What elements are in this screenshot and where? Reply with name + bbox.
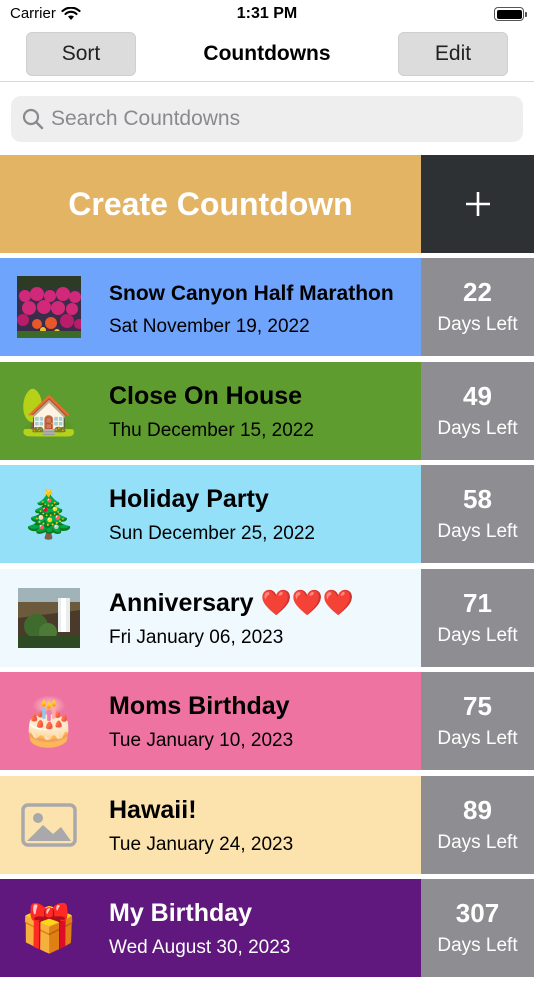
countdown-title: My Birthday <box>109 899 253 927</box>
countdown-main[interactable]: Snow Canyon Half Marathon Sat November 1… <box>0 258 421 356</box>
countdown-title: Hawaii! <box>109 795 197 824</box>
countdown-title: Holiday Party <box>109 485 269 513</box>
days-left-count: 49 <box>463 380 492 411</box>
days-left-count: 58 <box>463 484 492 514</box>
days-left-label: Days Left <box>437 521 518 542</box>
days-left-count: 89 <box>463 794 492 825</box>
countdown-row[interactable]: Hawaii! Tue January 24, 2023 89 Days Lef… <box>0 775 534 874</box>
countdown-row[interactable]: 🏡 Close On House Thu December 15, 2022 4… <box>0 361 534 460</box>
search-bar[interactable] <box>11 96 523 142</box>
nav-bar: Sort Countdowns Edit <box>0 30 534 82</box>
countdown-main[interactable]: 🏡 Close On House Thu December 15, 2022 <box>0 361 421 460</box>
battery-icon <box>494 7 527 21</box>
countdown-main[interactable]: 🎄 Holiday Party Sun December 25, 2022 <box>0 465 421 563</box>
search-input[interactable] <box>51 107 491 131</box>
countdown-title: Snow Canyon Half Marathon <box>109 282 394 305</box>
countdown-main[interactable]: 🎂 Moms Birthday Tue January 10, 2023 <box>0 672 421 770</box>
image-placeholder-icon <box>17 794 81 856</box>
plus-icon <box>465 192 490 216</box>
create-countdown-button[interactable]: Create Countdown <box>0 155 421 253</box>
days-left-cell: 58 Days Left <box>421 465 534 563</box>
countdown-list: Snow Canyon Half Marathon Sat November 1… <box>0 258 534 983</box>
countdown-date: Thu December 15, 2022 <box>109 419 314 441</box>
countdown-title: Close On House <box>109 381 303 410</box>
countdown-row[interactable]: 🎂 Moms Birthday Tue January 10, 2023 75 … <box>0 672 534 770</box>
countdown-title: Moms Birthday <box>109 692 290 720</box>
days-left-count: 307 <box>455 898 500 928</box>
countdown-title: Anniversary ❤️❤️❤️ <box>109 588 354 617</box>
countdown-main[interactable]: Anniversary ❤️❤️❤️ Fri January 06, 2023 <box>0 568 421 667</box>
days-left-label: Days Left <box>437 831 518 853</box>
countdown-date: Sat November 19, 2022 <box>109 316 310 337</box>
days-left-cell: 71 Days Left <box>421 568 534 667</box>
countdown-date: Fri January 06, 2023 <box>109 626 284 648</box>
cake-icon: 🎂 <box>20 694 78 748</box>
countdown-date: Tue January 24, 2023 <box>109 833 294 855</box>
house-icon: 🏡 <box>20 383 78 438</box>
search-icon <box>22 108 44 130</box>
countdown-row[interactable]: 🎁 My Birthday Wed August 30, 2023 307 Da… <box>0 879 534 977</box>
days-left-cell: 307 Days Left <box>421 879 534 977</box>
status-time: 1:31 PM <box>236 5 298 22</box>
waterfall-photo <box>17 587 81 649</box>
days-left-cell: 75 Days Left <box>421 672 534 770</box>
days-left-cell: 49 Days Left <box>421 361 534 460</box>
countdown-date: Sun December 25, 2022 <box>109 523 315 544</box>
christmas-tree-icon: 🎄 <box>20 487 78 541</box>
countdown-date: Wed August 30, 2023 <box>109 937 291 958</box>
days-left-cell: 89 Days Left <box>421 775 534 874</box>
days-left-label: Days Left <box>437 624 518 646</box>
days-left-count: 75 <box>463 691 492 721</box>
countdown-row[interactable]: Snow Canyon Half Marathon Sat November 1… <box>0 258 534 356</box>
countdown-main[interactable]: Hawaii! Tue January 24, 2023 <box>0 775 421 874</box>
countdown-date: Tue January 10, 2023 <box>109 730 294 751</box>
days-left-label: Days Left <box>437 728 518 749</box>
countdown-row[interactable]: 🎄 Holiday Party Sun December 25, 2022 58… <box>0 465 534 563</box>
days-left-label: Days Left <box>437 417 518 439</box>
create-countdown-row[interactable]: Create Countdown <box>0 155 534 253</box>
status-bar: Carrier 1:31 PM <box>0 0 534 30</box>
days-left-count: 71 <box>463 587 492 618</box>
countdown-row[interactable]: Anniversary ❤️❤️❤️ Fri January 06, 2023 … <box>0 568 534 667</box>
add-countdown-button[interactable] <box>421 155 534 253</box>
days-left-cell: 22 Days Left <box>421 258 534 356</box>
countdown-main[interactable]: 🎁 My Birthday Wed August 30, 2023 <box>0 879 421 977</box>
days-left-count: 22 <box>463 277 492 307</box>
days-left-label: Days Left <box>437 935 518 956</box>
flower-photo <box>17 276 81 338</box>
days-left-label: Days Left <box>437 314 518 335</box>
edit-button[interactable]: Edit <box>398 32 508 76</box>
